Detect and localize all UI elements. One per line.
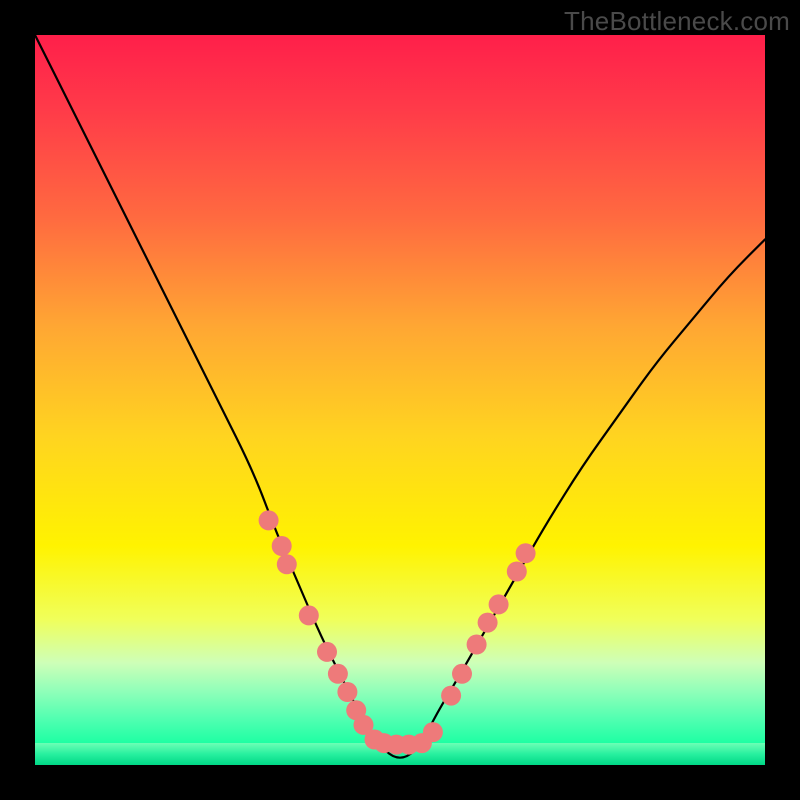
plot-area (35, 35, 765, 765)
highlight-dot (328, 664, 348, 684)
highlight-dot (441, 686, 461, 706)
highlight-dot (507, 562, 527, 582)
highlight-dot (272, 536, 292, 556)
highlight-dot (317, 642, 337, 662)
highlight-dot (478, 613, 498, 633)
highlight-dot (259, 510, 279, 530)
chart-frame: TheBottleneck.com (0, 0, 800, 800)
highlight-dot (489, 594, 509, 614)
watermark-text: TheBottleneck.com (564, 6, 790, 37)
highlight-dots (35, 35, 765, 765)
highlight-dot (516, 543, 536, 563)
highlight-dot (452, 664, 472, 684)
highlight-dot (423, 722, 443, 742)
highlight-dot (467, 635, 487, 655)
highlight-dot (337, 682, 357, 702)
highlight-dot (299, 605, 319, 625)
highlight-dot (277, 554, 297, 574)
